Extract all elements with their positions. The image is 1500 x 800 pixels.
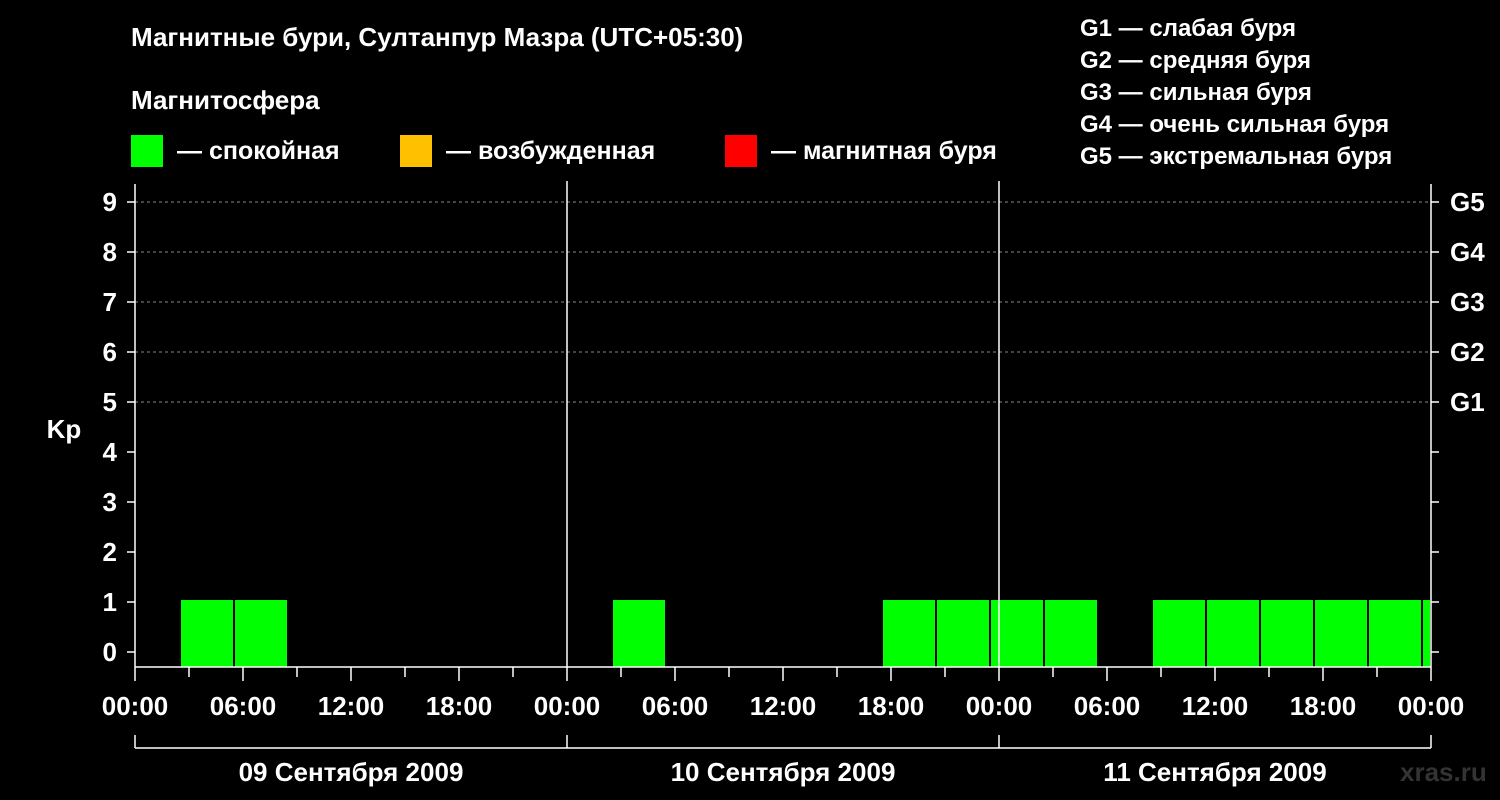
watermark: xras.ru <box>1400 757 1487 787</box>
kp-bar-6 <box>1045 600 1097 667</box>
kp-bar-11 <box>1369 600 1421 667</box>
day-label-2: 11 Сентября 2009 <box>1103 757 1326 787</box>
g-level-label-G3: G3 <box>1450 287 1485 317</box>
y-axis-label: Kp <box>47 414 82 444</box>
x-tick-label-8: 00:00 <box>966 691 1033 721</box>
kp-chart: 0 1 2 3 4 5 6 7 8 9 G1 G2 G3 G4 G5 Kp 00:00 06:00 12:00 18:… <box>47 181 1485 787</box>
kp-bar-1 <box>235 600 287 667</box>
y-tick-label-8: 8 <box>103 237 117 267</box>
y-tick-label-7: 7 <box>103 287 117 317</box>
kp-bar-12 <box>1423 600 1430 667</box>
x-tick-label-6: 12:00 <box>750 691 817 721</box>
kp-bar-8 <box>1207 600 1259 667</box>
x-tick-label-1: 06:00 <box>210 691 277 721</box>
x-tick-label-10: 12:00 <box>1182 691 1249 721</box>
y-tick-label-3: 3 <box>103 487 117 517</box>
y-tick-label-9: 9 <box>103 187 117 217</box>
y-tick-label-5: 5 <box>103 387 117 417</box>
day-label-0: 09 Сентября 2009 <box>239 757 464 787</box>
kp-bar-4 <box>937 600 989 667</box>
kp-bar-7 <box>1153 600 1205 667</box>
kp-bar-9 <box>1261 600 1313 667</box>
g-level-label-G4: G4 <box>1450 237 1485 267</box>
x-tick-label-7: 18:00 <box>858 691 925 721</box>
x-tick-label-2: 12:00 <box>318 691 385 721</box>
day-label-1: 10 Сентября 2009 <box>671 757 896 787</box>
x-tick-label-0: 00:00 <box>102 691 169 721</box>
kp-bar-3 <box>883 600 935 667</box>
x-tick-label-3: 18:00 <box>426 691 493 721</box>
g-level-label-G2: G2 <box>1450 337 1485 367</box>
x-tick-label-4: 00:00 <box>534 691 601 721</box>
y-tick-label-1: 1 <box>103 587 117 617</box>
x-tick-label-5: 06:00 <box>642 691 709 721</box>
x-tick-label-11: 18:00 <box>1290 691 1357 721</box>
x-tick-label-12: 00:00 <box>1398 691 1465 721</box>
kp-bar-2 <box>613 600 665 667</box>
y-tick-label-4: 4 <box>103 437 118 467</box>
kp-bar-10 <box>1315 600 1367 667</box>
y-tick-label-6: 6 <box>103 337 117 367</box>
y-tick-label-2: 2 <box>103 537 117 567</box>
x-tick-label-9: 06:00 <box>1074 691 1141 721</box>
kp-bar-0 <box>181 600 233 667</box>
g-level-label-G1: G1 <box>1450 387 1485 417</box>
y-tick-label-0: 0 <box>103 637 117 667</box>
g-level-label-G5: G5 <box>1450 187 1485 217</box>
